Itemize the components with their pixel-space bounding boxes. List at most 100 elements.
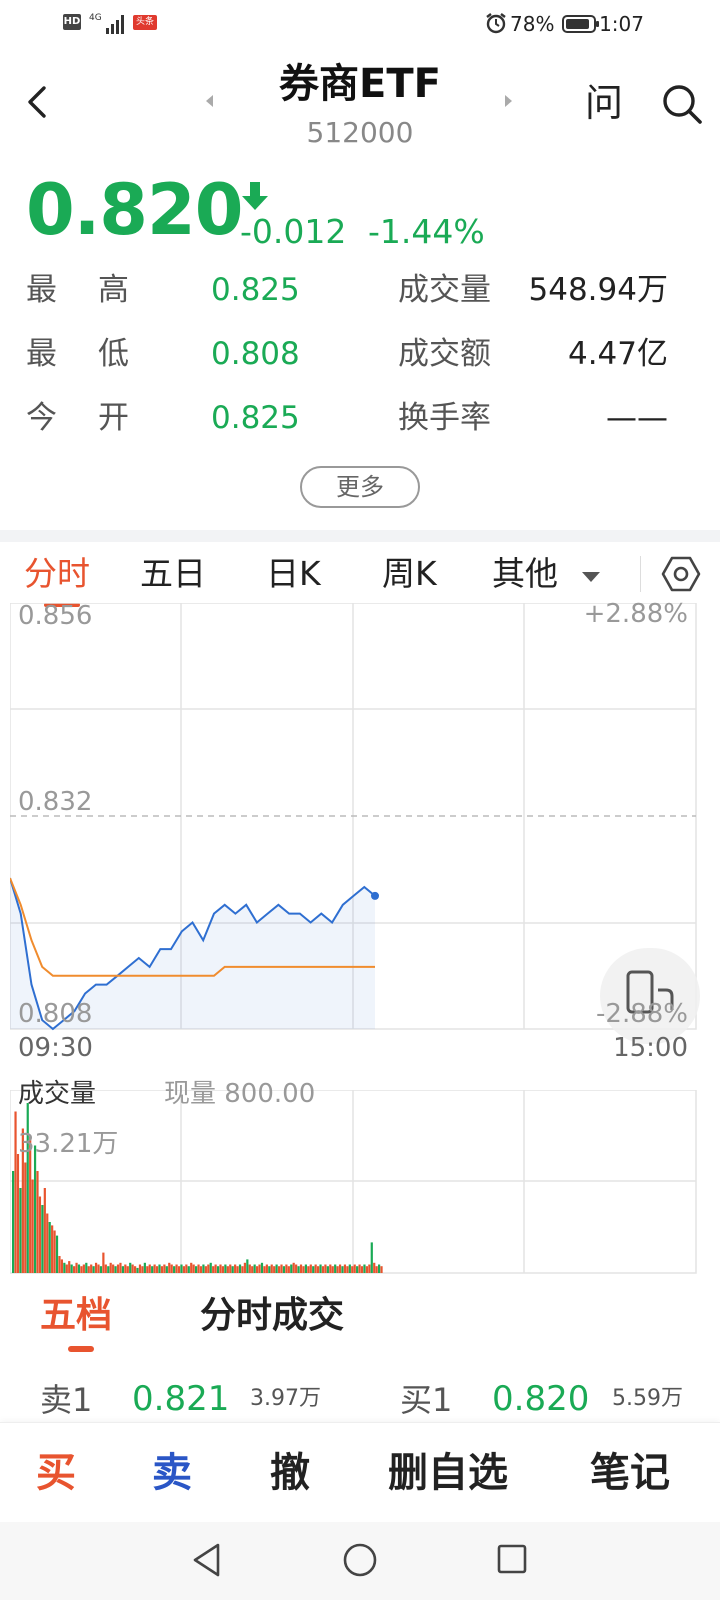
- nav-back-icon[interactable]: [190, 1542, 224, 1578]
- volume-bar: [102, 1252, 105, 1273]
- volume-bar: [273, 1266, 276, 1273]
- volume-bar: [92, 1266, 95, 1273]
- volume-bar: [24, 1162, 27, 1273]
- volume-bar: [97, 1264, 100, 1273]
- volume-bar: [297, 1266, 300, 1273]
- buy1-label: 买1: [400, 1381, 453, 1419]
- search-icon[interactable]: [660, 82, 704, 126]
- tab-weekly-k[interactable]: 周K: [382, 552, 437, 596]
- last-price: 0.820: [26, 169, 243, 251]
- volume-bar: [68, 1261, 71, 1273]
- signal-icon: 4G: [89, 13, 124, 34]
- volume-bar: [53, 1230, 56, 1273]
- volume-bar: [346, 1266, 349, 1273]
- volume-bar: [177, 1266, 181, 1273]
- battery-percent: 78%: [510, 12, 555, 36]
- volume-bar: [380, 1266, 383, 1273]
- volume-bar: [116, 1264, 120, 1273]
- high-label-2: 高: [98, 272, 129, 308]
- chevron-down-icon[interactable]: [582, 572, 600, 582]
- volume-bar: [112, 1264, 115, 1273]
- buy-button[interactable]: 买: [36, 1447, 76, 1499]
- volume-bar: [124, 1264, 127, 1273]
- settings-hexagon-icon[interactable]: [660, 553, 702, 595]
- volume-bar: [36, 1171, 39, 1273]
- volume-bar: [226, 1266, 229, 1273]
- volume-bar: [109, 1262, 112, 1273]
- volume-bar: [292, 1262, 295, 1273]
- volume-bar: [214, 1264, 217, 1273]
- volume-bar: [248, 1264, 251, 1273]
- volume-bar: [41, 1205, 44, 1273]
- tab-order-book[interactable]: 五档: [40, 1292, 112, 1340]
- nav-recent-icon[interactable]: [496, 1543, 528, 1575]
- volume-bar: [126, 1266, 129, 1273]
- y-axis-max: 0.856: [18, 601, 93, 631]
- volume-bar: [251, 1266, 254, 1273]
- volume-bar: [326, 1266, 329, 1273]
- prev-security-icon[interactable]: [204, 94, 214, 108]
- volume-bar: [204, 1266, 207, 1273]
- open-label-2: 开: [98, 400, 129, 436]
- volume-bar: [134, 1266, 137, 1273]
- volume-bar: [238, 1264, 242, 1273]
- volume-bar: [185, 1264, 188, 1273]
- tab-other[interactable]: 其他: [492, 552, 558, 596]
- volume-title: 成交量: [18, 1079, 97, 1109]
- volume-bar: [160, 1266, 164, 1273]
- last-price-dot: [371, 891, 379, 900]
- tab-five-day[interactable]: 五日: [140, 552, 206, 596]
- volume-bar: [224, 1264, 227, 1273]
- tab-tick-trades[interactable]: 分时成交: [200, 1292, 344, 1340]
- ask-button[interactable]: 问: [585, 80, 623, 126]
- sell-button[interactable]: 卖: [152, 1447, 192, 1499]
- more-button[interactable]: 更多: [300, 466, 420, 508]
- tab-daily-k[interactable]: 日K: [266, 552, 321, 596]
- volume-chart[interactable]: [10, 1090, 710, 1275]
- volume-bar: [165, 1266, 168, 1273]
- battery-icon: [562, 15, 599, 33]
- volume-bar: [231, 1266, 234, 1273]
- volume-bar: [107, 1266, 110, 1273]
- volume-bar: [358, 1264, 361, 1273]
- volume-bar: [104, 1264, 107, 1273]
- volume-bar: [370, 1242, 373, 1273]
- volume-bar: [270, 1264, 273, 1273]
- nav-home-icon[interactable]: [342, 1542, 378, 1578]
- next-security-icon[interactable]: [504, 94, 514, 108]
- volume-bar: [221, 1266, 225, 1273]
- notes-button[interactable]: 笔记: [590, 1447, 670, 1499]
- volume-bar: [173, 1266, 176, 1273]
- volume-bar: [268, 1266, 271, 1273]
- low-label-2: 低: [98, 336, 129, 372]
- remove-favorite-button[interactable]: 删自选: [388, 1447, 508, 1499]
- volume-bar: [243, 1262, 246, 1273]
- volume-bar: [256, 1266, 259, 1273]
- volume-bar: [158, 1264, 161, 1273]
- volume-bar: [234, 1264, 237, 1273]
- volume-bar: [190, 1262, 193, 1273]
- turnover-value: ——: [606, 400, 668, 436]
- volume-max: 33.21万: [18, 1129, 119, 1159]
- tab-intraday[interactable]: 分时: [24, 552, 90, 596]
- cancel-order-button[interactable]: 撤: [270, 1447, 310, 1499]
- volume-bar: [77, 1264, 81, 1273]
- trade-action-bar: 买 卖 撤 删自选 笔记: [0, 1422, 720, 1522]
- volume-bar: [375, 1266, 378, 1273]
- x-axis-end: 15:00: [613, 1033, 688, 1063]
- volume-bar: [131, 1264, 134, 1273]
- system-nav-bar: [0, 1522, 720, 1600]
- high-label-1: 最: [26, 272, 57, 308]
- sell1-price: 0.821: [132, 1379, 230, 1419]
- volume-bar: [195, 1266, 198, 1273]
- volume-bar: [141, 1266, 144, 1273]
- volume-bar: [16, 1154, 20, 1273]
- volume-bar: [317, 1266, 320, 1273]
- volume-bar: [285, 1264, 288, 1273]
- volume-bar: [55, 1235, 59, 1273]
- back-arrow-icon[interactable]: [20, 80, 56, 124]
- volume-bar: [324, 1264, 327, 1273]
- volume-bar: [170, 1264, 173, 1273]
- volume-bar: [143, 1262, 146, 1273]
- volume-bar: [48, 1222, 51, 1273]
